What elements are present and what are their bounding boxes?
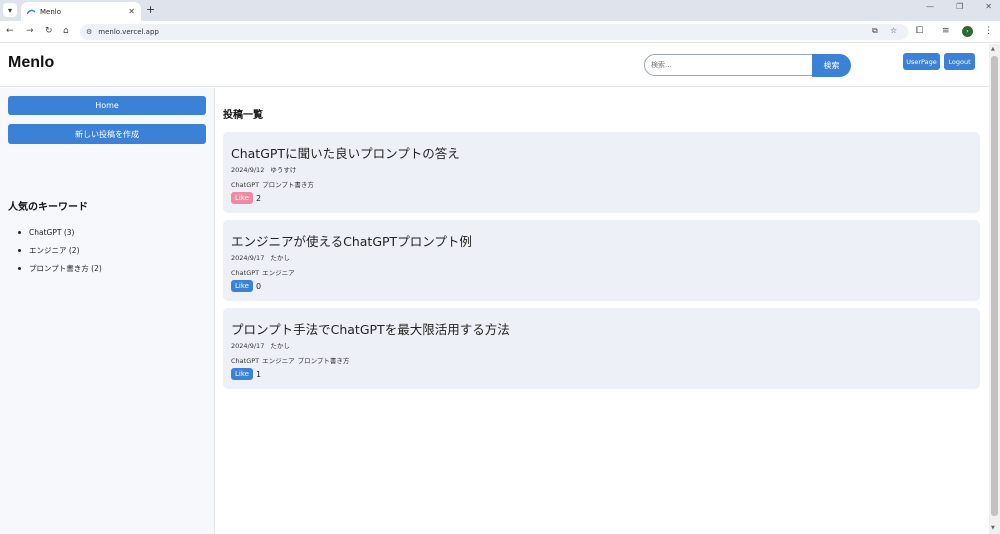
scrollbar-thumb[interactable] (991, 56, 998, 516)
post-author: ゆうすけ (270, 166, 297, 174)
sidebar: Home 新しい投稿を作成 人気のキーワード ChatGPT (3) エンジニア… (0, 88, 215, 534)
post-tag: エンジニア (262, 357, 295, 365)
post-tag: ChatGPT (231, 181, 260, 189)
post-title[interactable]: ChatGPTに聞いた良いプロンプトの答え (231, 143, 460, 162)
search-button[interactable]: 検索 (812, 54, 851, 77)
home-icon[interactable]: ⌂ (63, 26, 69, 36)
address-bar: ← → ↻ ⌂ ⚙ menlo.vercel.app ⧉ ☆ ⧠ ≡ ⋮ (0, 21, 1000, 43)
post-date: 2024/9/17 (231, 254, 265, 262)
post-card[interactable]: ChatGPTに聞いた良いプロンプトの答え 2024/9/12 ゆうすけ Chat… (223, 132, 980, 213)
like-button[interactable]: Like (231, 192, 253, 204)
post-date: 2024/9/12 (231, 166, 265, 174)
post-card[interactable]: プロンプト手法でChatGPTを最大限活用する方法 2024/9/17 たかし C… (223, 308, 980, 389)
post-tag: プロンプト書き方 (262, 181, 314, 189)
scroll-down-icon[interactable]: ▼ (991, 525, 995, 531)
like-count: 2 (255, 193, 262, 203)
profile-avatar[interactable]: › (962, 26, 973, 37)
keywords-heading: 人気のキーワード (8, 202, 88, 213)
scroll-up-icon[interactable]: ▲ (991, 46, 995, 52)
userpage-button[interactable]: UserPage (903, 53, 940, 70)
close-window-icon[interactable]: ✕ (985, 2, 992, 11)
like-button[interactable]: Like (231, 280, 253, 292)
forward-icon[interactable]: → (26, 26, 34, 36)
keyword-item[interactable]: プロンプト書き方 (2) (18, 259, 102, 277)
new-post-button[interactable]: 新しい投稿を作成 (8, 124, 206, 144)
post-author: たかし (270, 342, 290, 350)
new-tab-icon[interactable]: + (146, 3, 155, 16)
url-text: menlo.vercel.app (98, 28, 159, 36)
site-logo[interactable]: Menlo (8, 54, 54, 72)
post-tag: エンジニア (262, 269, 295, 277)
back-icon[interactable]: ← (6, 26, 14, 36)
media-icon[interactable]: ≡ (942, 26, 950, 36)
post-author: たかし (270, 254, 290, 262)
post-date: 2024/9/17 (231, 342, 265, 350)
main-content: 投稿一覧 ChatGPTに聞いた良いプロンプトの答え 2024/9/12 ゆうすけ… (215, 88, 989, 534)
post-tag: ChatGPT (231, 269, 260, 277)
tab-search-icon[interactable]: ▾ (3, 3, 17, 17)
browser-menu-icon[interactable]: ⋮ (984, 26, 993, 36)
keyword-item[interactable]: ChatGPT (3) (18, 223, 102, 241)
site-info-icon[interactable]: ⚙ (86, 28, 92, 36)
tab-title: Menlo (40, 7, 62, 16)
minimize-icon[interactable]: — (926, 2, 934, 11)
keyword-list: ChatGPT (3) エンジニア (2) プロンプト書き方 (2) (18, 223, 102, 277)
install-app-icon[interactable]: ⧉ (872, 26, 878, 36)
logout-button[interactable]: Logout (944, 53, 975, 70)
post-tag: プロンプト書き方 (297, 357, 350, 365)
bookmark-star-icon[interactable]: ☆ (890, 26, 897, 35)
like-button[interactable]: Like (231, 368, 253, 380)
browser-tab-bar: ▾ Menlo ✕ + — ❐ ✕ (0, 0, 1000, 21)
search-input[interactable]: 検索... (644, 54, 814, 76)
tab-close-icon[interactable]: ✕ (128, 7, 135, 16)
browser-tab[interactable]: Menlo ✕ (21, 2, 141, 21)
site-header: Menlo 検索... 検索 UserPage Logout (0, 44, 989, 87)
page-title: 投稿一覧 (223, 110, 263, 121)
post-card[interactable]: エンジニアが使えるChatGPTプロンプト例 2024/9/17 たかし Chat… (223, 220, 980, 301)
post-tag: ChatGPT (231, 357, 260, 365)
extensions-icon[interactable]: ⧠ (916, 26, 923, 36)
scrollbar[interactable]: ▲ ▼ (989, 44, 1000, 534)
post-title[interactable]: プロンプト手法でChatGPTを最大限活用する方法 (231, 319, 510, 338)
maximize-icon[interactable]: ❐ (956, 2, 963, 11)
url-field[interactable]: ⚙ menlo.vercel.app ⧉ ☆ (80, 24, 908, 40)
keyword-item[interactable]: エンジニア (2) (18, 241, 102, 259)
page: Menlo 検索... 検索 UserPage Logout Home 新しい投… (0, 44, 1000, 534)
site-favicon-icon (26, 9, 36, 15)
like-count: 0 (255, 281, 262, 291)
post-title[interactable]: エンジニアが使えるChatGPTプロンプト例 (231, 231, 472, 250)
reload-icon[interactable]: ↻ (45, 26, 53, 36)
like-count: 1 (255, 369, 262, 379)
home-button[interactable]: Home (8, 96, 206, 115)
